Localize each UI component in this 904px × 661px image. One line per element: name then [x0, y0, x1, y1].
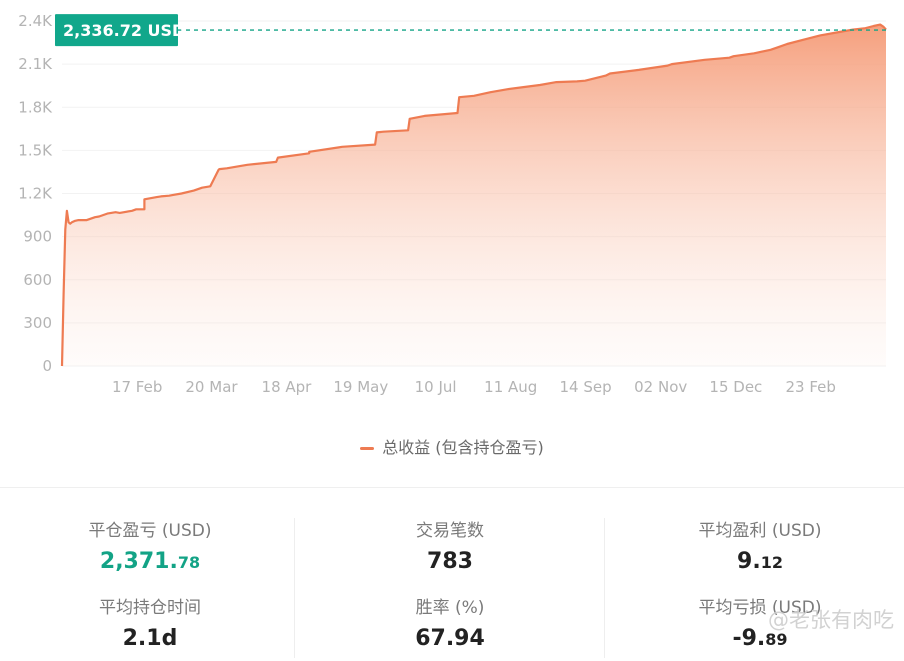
x-tick-label: 17 Feb — [112, 378, 162, 396]
stat-avg-profit: 平均盈利 (USD) 9.12 — [610, 520, 904, 578]
stat-win-rate: 胜率 (%) 67.94 — [300, 597, 600, 654]
y-tick-label: 600 — [23, 271, 52, 289]
y-tick-label: 1.5K — [18, 141, 53, 159]
x-tick-label: 02 Nov — [634, 378, 687, 396]
x-tick-label: 14 Sep — [559, 378, 611, 396]
y-tick-label: 0 — [42, 357, 52, 375]
stat-value: 2,371.78 — [99, 549, 201, 574]
y-tick-label: 300 — [23, 314, 52, 332]
stat-value: 9.12 — [737, 549, 783, 574]
stat-label: 平仓盈亏 (USD) — [88, 521, 212, 541]
stat-value: 67.94 — [415, 626, 485, 651]
y-tick-label: 1.8K — [18, 98, 53, 116]
y-tick-label: 900 — [23, 228, 52, 246]
equity-chart: 0 300 600 900 1.2K 1.5K 1.8K 2.1K 2.4K 17 Feb 20 … — [18, 12, 887, 396]
stat-label: 平均持仓时间 — [99, 598, 201, 618]
watermark: @老张有肉吃 — [768, 608, 894, 632]
stat-value: 2.1d — [122, 626, 178, 651]
stat-label: 胜率 (%) — [415, 598, 485, 618]
x-tick-label: 15 Dec — [709, 378, 762, 396]
x-tick-label: 18 Apr — [262, 378, 313, 396]
stat-trade-count: 交易笔数 783 — [300, 520, 600, 577]
series-area — [62, 24, 886, 366]
current-value-label: 2,336.72 USD — [63, 21, 185, 40]
stats-panel: 平仓盈亏 (USD) 2,371.78 交易笔数 783 平均盈利 (USD) … — [0, 488, 904, 661]
x-tick-label: 19 May — [333, 378, 388, 396]
current-value-badge: 2,336.72 USD — [55, 14, 185, 47]
stat-label: 交易笔数 — [416, 521, 484, 541]
y-tick-label: 2.4K — [18, 12, 53, 30]
stats-separator — [604, 518, 605, 658]
stat-label: 平均盈利 (USD) — [698, 521, 822, 541]
legend-label: 总收益 (包含持仓盈亏) — [382, 438, 544, 457]
stat-avg-hold-time: 平均持仓时间 2.1d — [0, 597, 300, 654]
x-axis-ticks: 17 Feb 20 Mar 18 Apr 19 May 10 Jul 11 Aug 14 S… — [112, 378, 836, 396]
x-tick-label: 23 Feb — [785, 378, 835, 396]
stat-closed-pnl: 平仓盈亏 (USD) 2,371.78 — [0, 520, 300, 578]
stat-value: 783 — [427, 549, 473, 574]
legend-swatch — [360, 447, 375, 450]
x-tick-label: 20 Mar — [185, 378, 238, 396]
x-tick-label: 11 Aug — [484, 378, 537, 396]
y-tick-label: 2.1K — [18, 55, 53, 73]
x-tick-label: 10 Jul — [415, 378, 457, 396]
chart-legend[interactable]: 总收益 (包含持仓盈亏) — [0, 434, 904, 458]
y-axis-ticks: 0 300 600 900 1.2K 1.5K 1.8K 2.1K 2.4K — [18, 12, 53, 375]
y-tick-label: 1.2K — [18, 185, 53, 203]
